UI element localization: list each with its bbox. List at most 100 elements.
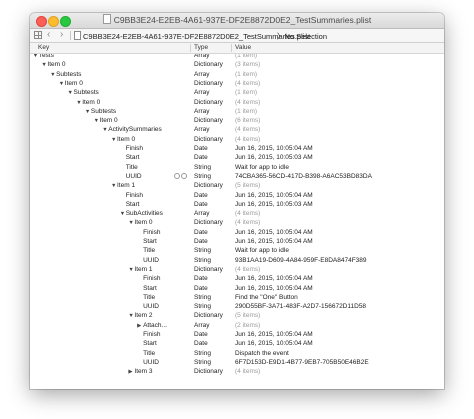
plist-row[interactable]: Start Date Jun 16, 2015, 10:05:04 AM bbox=[30, 339, 444, 348]
column-divider[interactable] bbox=[231, 44, 232, 52]
plist-row[interactable]: ▼SubActivities Array (4 items) bbox=[30, 209, 444, 218]
row-type[interactable]: Dictionary bbox=[194, 265, 223, 274]
row-value[interactable]: 6F7D153D-E9D1-4B77-9EB7-705B50E46B2E bbox=[235, 358, 369, 367]
row-value[interactable]: Dispatch the event bbox=[235, 349, 289, 358]
row-type[interactable]: Array bbox=[194, 54, 210, 60]
row-value[interactable]: Jun 16, 2015, 10:05:04 AM bbox=[235, 191, 313, 200]
column-header-value[interactable]: Value bbox=[235, 44, 251, 51]
row-type[interactable]: Array bbox=[194, 70, 210, 79]
plist-row[interactable]: ▼Item 2 Dictionary (5 items) bbox=[30, 311, 444, 320]
forward-arrow-icon[interactable]: › bbox=[60, 29, 63, 41]
plist-row[interactable]: ▼Subtests Array (1 item) bbox=[30, 107, 444, 116]
add-row-icon[interactable] bbox=[174, 172, 180, 179]
back-arrow-icon[interactable]: ‹ bbox=[47, 29, 50, 41]
row-type[interactable]: Date bbox=[194, 274, 208, 283]
row-type[interactable]: Array bbox=[194, 125, 210, 134]
row-type[interactable]: Dictionary bbox=[194, 181, 223, 190]
remove-row-icon[interactable] bbox=[181, 172, 187, 179]
plist-row[interactable]: ▶ Attach... Array (2 items) bbox=[30, 321, 444, 330]
plist-row[interactable]: ▼Item 1 Dictionary (5 items) bbox=[30, 181, 444, 190]
row-type[interactable]: Date bbox=[194, 191, 208, 200]
row-value[interactable]: Jun 16, 2015, 10:05:04 AM bbox=[235, 330, 313, 339]
plist-row[interactable]: UUID String 290D55BF-3A71-483F-A2D7-156672… bbox=[30, 302, 444, 311]
related-items-grid-icon[interactable] bbox=[34, 31, 42, 39]
plist-row[interactable]: ▼Item 0 Dictionary (4 items) bbox=[30, 79, 444, 88]
plist-row[interactable]: UUID String 74CBA365-56CD-417D-B398-A6AC53… bbox=[30, 172, 444, 181]
plist-row[interactable]: UUID String 6F7D153D-E9D1-4B77-9EB7-705B50… bbox=[30, 358, 444, 367]
row-type[interactable]: Dictionary bbox=[194, 60, 223, 69]
row-value[interactable]: Jun 16, 2015, 10:05:04 AM bbox=[235, 144, 313, 153]
plist-row[interactable]: Finish Date Jun 16, 2015, 10:05:04 AM bbox=[30, 144, 444, 153]
row-type[interactable]: String bbox=[194, 358, 211, 367]
plist-row[interactable]: ▼Subtests Array (1 item) bbox=[30, 88, 444, 97]
plist-row[interactable]: ▼ActivitySummaries Array (4 items) bbox=[30, 125, 444, 134]
row-value[interactable]: Jun 16, 2015, 10:05:04 AM bbox=[235, 228, 313, 237]
breadcrumb-file[interactable]: C9BB3E24-E2EB-4A61-937E-DF2E8872D0E2_Tes… bbox=[74, 31, 310, 41]
row-value[interactable]: Wait for app to idle bbox=[235, 163, 289, 172]
row-type[interactable]: Array bbox=[194, 321, 210, 330]
column-header-type[interactable]: Type bbox=[194, 44, 208, 51]
row-value[interactable]: Jun 16, 2015, 10:05:04 AM bbox=[235, 284, 313, 293]
row-value[interactable]: Find the "One" Button bbox=[235, 293, 298, 302]
row-type[interactable]: String bbox=[194, 163, 211, 172]
row-type[interactable]: String bbox=[194, 349, 211, 358]
row-type[interactable]: Date bbox=[194, 153, 208, 162]
plist-row[interactable]: ▼Subtests Array (1 item) bbox=[30, 70, 444, 79]
plist-row[interactable]: ▼Item 1 Dictionary (4 items) bbox=[30, 265, 444, 274]
plist-row[interactable]: Finish Date Jun 16, 2015, 10:05:04 AM bbox=[30, 191, 444, 200]
plist-row[interactable]: Start Date Jun 16, 2015, 10:05:03 AM bbox=[30, 200, 444, 209]
plist-row[interactable]: Start Date Jun 16, 2015, 10:05:04 AM bbox=[30, 284, 444, 293]
row-type[interactable]: Array bbox=[194, 88, 210, 97]
row-value[interactable]: 93B1AA19-D609-4A84-959F-E8DA8474F389 bbox=[235, 256, 367, 265]
row-value[interactable]: 290D55BF-3A71-483F-A2D7-156672D11D58 bbox=[235, 302, 366, 311]
row-type[interactable]: String bbox=[194, 172, 211, 181]
row-type[interactable]: Date bbox=[194, 200, 208, 209]
plist-row[interactable]: ▼Item 0 Dictionary (4 items) bbox=[30, 98, 444, 107]
row-value[interactable]: Jun 16, 2015, 10:05:03 AM bbox=[235, 200, 313, 209]
row-type[interactable]: Date bbox=[194, 144, 208, 153]
plist-row[interactable]: Title String Wait for app to idle bbox=[30, 163, 444, 172]
row-type[interactable]: Date bbox=[194, 237, 208, 246]
row-type[interactable]: Date bbox=[194, 339, 208, 348]
row-type[interactable]: Dictionary bbox=[194, 367, 223, 376]
plist-row[interactable]: ▼Item 0 Dictionary (4 items) bbox=[30, 135, 444, 144]
plist-row[interactable]: Finish Date Jun 16, 2015, 10:05:04 AM bbox=[30, 274, 444, 283]
row-type[interactable]: Dictionary bbox=[194, 218, 223, 227]
plist-row[interactable]: Title String Wait for app to idle bbox=[30, 246, 444, 255]
row-type[interactable]: Date bbox=[194, 228, 208, 237]
plist-row[interactable]: Finish Date Jun 16, 2015, 10:05:04 AM bbox=[30, 228, 444, 237]
column-header-key[interactable]: Key bbox=[38, 44, 49, 51]
breadcrumb-selection[interactable]: 〉No Selection bbox=[277, 31, 327, 42]
row-type[interactable]: String bbox=[194, 246, 211, 255]
title-bar[interactable]: C9BB3E24-E2EB-4A61-937E-DF2E8872D0E2_Tes… bbox=[30, 13, 444, 29]
plist-row[interactable]: UUID String 93B1AA19-D609-4A84-959F-E8DA84… bbox=[30, 256, 444, 265]
row-type[interactable]: Date bbox=[194, 330, 208, 339]
row-type[interactable]: Date bbox=[194, 284, 208, 293]
row-value[interactable]: Jun 16, 2015, 10:05:04 AM bbox=[235, 274, 313, 283]
plist-row[interactable]: Title String Dispatch the event bbox=[30, 349, 444, 358]
row-type[interactable]: String bbox=[194, 256, 211, 265]
row-value[interactable]: Jun 16, 2015, 10:05:03 AM bbox=[235, 153, 313, 162]
plist-row[interactable]: Start Date Jun 16, 2015, 10:05:03 AM bbox=[30, 153, 444, 162]
row-value[interactable]: Jun 16, 2015, 10:05:04 AM bbox=[235, 237, 313, 246]
plist-row[interactable]: ▼Item 0 Dictionary (6 items) bbox=[30, 116, 444, 125]
column-divider[interactable] bbox=[190, 44, 191, 52]
plist-row[interactable]: Title String Find the "One" Button bbox=[30, 293, 444, 302]
row-type[interactable]: Dictionary bbox=[194, 98, 223, 107]
row-type[interactable]: Dictionary bbox=[194, 79, 223, 88]
row-type[interactable]: Dictionary bbox=[194, 135, 223, 144]
row-type[interactable]: String bbox=[194, 293, 211, 302]
row-type[interactable]: Array bbox=[194, 107, 210, 116]
row-type[interactable]: Array bbox=[194, 209, 210, 218]
plist-row[interactable]: ▼Item 0 Dictionary (3 items) bbox=[30, 60, 444, 69]
plist-row[interactable]: Start Date Jun 16, 2015, 10:05:04 AM bbox=[30, 237, 444, 246]
row-value[interactable]: Wait for app to idle bbox=[235, 246, 289, 255]
plist-row[interactable]: ▶ Item 3 Dictionary (4 items) bbox=[30, 367, 444, 376]
row-value[interactable]: 74CBA365-56CD-417D-B398-A6AC53BD83DA bbox=[235, 172, 372, 181]
row-type[interactable]: Dictionary bbox=[194, 311, 223, 320]
row-type[interactable]: Dictionary bbox=[194, 116, 223, 125]
plist-row[interactable]: ▼Item 0 Dictionary (4 items) bbox=[30, 218, 444, 227]
row-type[interactable]: String bbox=[194, 302, 211, 311]
row-value[interactable]: Jun 16, 2015, 10:05:04 AM bbox=[235, 339, 313, 348]
plist-row[interactable]: Finish Date Jun 16, 2015, 10:05:04 AM bbox=[30, 330, 444, 339]
